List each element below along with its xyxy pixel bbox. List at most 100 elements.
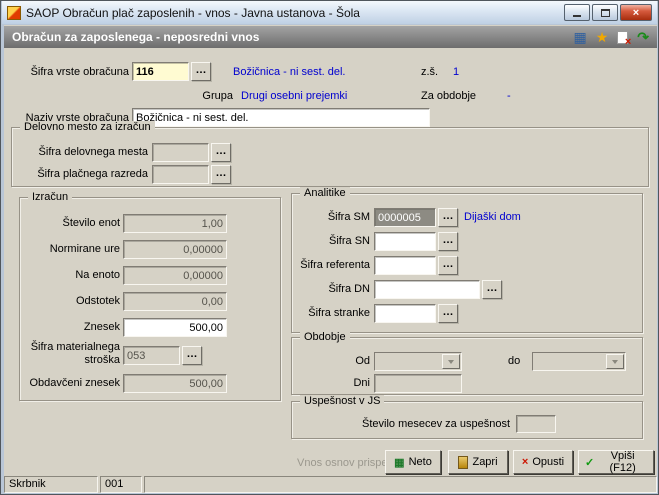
sifra-vrste-description: Božičnica - ni sest. del.: [233, 66, 346, 78]
sifra-sn-input[interactable]: [374, 232, 436, 251]
od-dropdown: [374, 352, 462, 371]
sifra-delovnega-mesta-lookup-button[interactable]: …: [211, 143, 231, 162]
sifra-sm-lookup-button[interactable]: …: [438, 208, 458, 227]
sifra-placnega-razreda-label: Šifra plačnega razreda: [37, 168, 148, 180]
stevilo-mesecev-input: [516, 415, 556, 433]
sifra-materialnega-stroska-input: [123, 346, 180, 365]
sifra-materialnega-stroska-lookup-button[interactable]: …: [182, 346, 202, 365]
uspesnost-group: Uspešnost v JS Število mesecev za uspešn…: [291, 395, 643, 439]
opusti-button[interactable]: × Opusti: [513, 450, 573, 474]
chevron-down-icon: [448, 359, 454, 364]
sifra-sm-description: Dijaški dom: [464, 211, 521, 223]
do-label: do: [508, 355, 521, 367]
sifra-sn-lookup-button[interactable]: …: [438, 232, 458, 251]
status-bar: Skrbnik 001: [4, 476, 657, 493]
na-enoto-input: [123, 266, 227, 285]
stevilo-mesecev-label: Število mesecev za uspešnost: [362, 418, 510, 430]
obdobje-group-title: Obdobje: [300, 331, 350, 344]
zapri-button-label: Zapri: [472, 456, 498, 468]
delete-document-icon[interactable]: ×: [617, 30, 631, 47]
od-dropdown-button: [442, 354, 460, 369]
status-code: 001: [100, 476, 142, 493]
stevilo-enot-input: [123, 214, 227, 233]
analitike-group-title: Analitike: [300, 187, 350, 200]
obdavceni-znesek-label: Obdavčeni znesek: [29, 377, 121, 389]
sifra-sn-label: Šifra SN: [329, 235, 370, 247]
neto-button-label: Neto: [408, 456, 432, 468]
sifra-referenta-label: Šifra referenta: [300, 259, 370, 271]
normirane-ure-label: Normirane ure: [49, 243, 120, 255]
sifra-sm-input[interactable]: [374, 208, 436, 227]
do-dropdown-button: [606, 354, 624, 369]
sifra-sm-label: Šifra SM: [327, 211, 370, 223]
sifra-delovnega-mesta-input: [152, 143, 209, 162]
zs-value: 1: [453, 66, 460, 78]
checkmark-icon: ✓: [585, 456, 595, 469]
header-toolbar: ▦ ★ × ↷: [573, 29, 649, 47]
sifra-vrste-lookup-button[interactable]: …: [191, 62, 211, 81]
sifra-materialnega-stroska-label: Šifra materialnega stroška: [30, 341, 120, 366]
sifra-placnega-razreda-input: [152, 165, 209, 184]
sifra-dn-label: Šifra DN: [328, 283, 370, 295]
sifra-vrste-input[interactable]: [132, 62, 189, 81]
dialog-title: Obračun za zaposlenega - neposredni vnos: [12, 30, 260, 44]
sifra-referenta-input[interactable]: [374, 256, 436, 275]
window-controls: ×: [564, 4, 652, 21]
naziv-input[interactable]: [132, 108, 430, 127]
sifra-stranke-input[interactable]: [374, 304, 436, 323]
minimize-button[interactable]: [564, 4, 590, 21]
status-user: Skrbnik: [4, 476, 98, 493]
sifra-placnega-razreda-lookup-button[interactable]: …: [211, 165, 231, 184]
red-cross-icon: ×: [624, 35, 632, 48]
maximize-button[interactable]: [592, 4, 618, 21]
za-obdobje-label: Za obdobje: [421, 90, 477, 102]
sifra-referenta-lookup-button[interactable]: …: [438, 256, 458, 275]
neto-button[interactable]: ▦ Neto: [385, 450, 441, 474]
uspesnost-group-title: Uspešnost v JS: [300, 395, 385, 408]
sifra-dn-lookup-button[interactable]: …: [482, 280, 502, 299]
favorite-star-icon[interactable]: ★: [596, 29, 609, 45]
izracun-group: Izračun Število enot Normirane ure Na en…: [19, 191, 281, 401]
delovno-mesto-group: Delovno mesto za izračun Šifra delovnega…: [11, 121, 649, 187]
odstotek-input: [123, 292, 227, 311]
close-button[interactable]: ×: [620, 4, 652, 21]
izracun-group-title: Izračun: [28, 191, 73, 204]
analitike-group: Analitike Šifra SM … Dijaški dom Šifra S…: [291, 187, 643, 333]
za-obdobje-value: -: [507, 90, 511, 102]
od-label: Od: [355, 355, 370, 367]
sifra-dn-input[interactable]: [374, 280, 480, 299]
grid-icon[interactable]: ▦: [573, 29, 586, 45]
red-cross-icon: ×: [521, 456, 529, 468]
sifra-stranke-label: Šifra stranke: [308, 307, 370, 319]
znesek-input[interactable]: [123, 318, 227, 337]
app-icon: [7, 5, 21, 20]
delovno-mesto-group-title: Delovno mesto za izračun: [20, 121, 155, 134]
znesek-label: Znesek: [83, 321, 120, 333]
obdavceni-znesek-input: [123, 374, 227, 393]
stevilo-enot-label: Število enot: [62, 217, 120, 229]
sifra-stranke-lookup-button[interactable]: …: [438, 304, 458, 323]
titlebar: SAOP Obračun plač zaposlenih - vnos - Ja…: [2, 1, 657, 24]
sifra-delovnega-mesta-label: Šifra delovnega mesta: [38, 146, 148, 158]
do-dropdown: [532, 352, 626, 371]
chevron-down-icon: [612, 359, 618, 364]
vpisi-button[interactable]: ✓ Vpiši (F12): [578, 450, 654, 474]
zs-label: z.š.: [421, 66, 439, 78]
exit-arrow-icon[interactable]: ↷: [637, 29, 649, 45]
zapri-button[interactable]: Zapri: [448, 450, 508, 474]
minimize-icon: [573, 15, 581, 17]
app-window: SAOP Obračun plač zaposlenih - vnos - Ja…: [0, 0, 659, 495]
status-empty-panel: [144, 476, 657, 493]
na-enoto-label: Na enoto: [75, 269, 120, 281]
dialog-header: Obračun za zaposlenega - neposredni vnos…: [4, 26, 657, 48]
obdobje-group: Obdobje Od do Dni: [291, 331, 643, 395]
odstotek-label: Odstotek: [75, 295, 120, 307]
dni-label: Dni: [353, 377, 370, 389]
sifra-vrste-label: Šifra vrste obračuna: [30, 66, 129, 78]
door-icon: [458, 455, 469, 469]
maximize-icon: [600, 8, 610, 17]
opusti-button-label: Opusti: [532, 456, 565, 468]
grupa-label: Grupa: [202, 90, 233, 102]
normirane-ure-input: [123, 240, 227, 259]
grid-icon: ▦: [394, 456, 405, 469]
